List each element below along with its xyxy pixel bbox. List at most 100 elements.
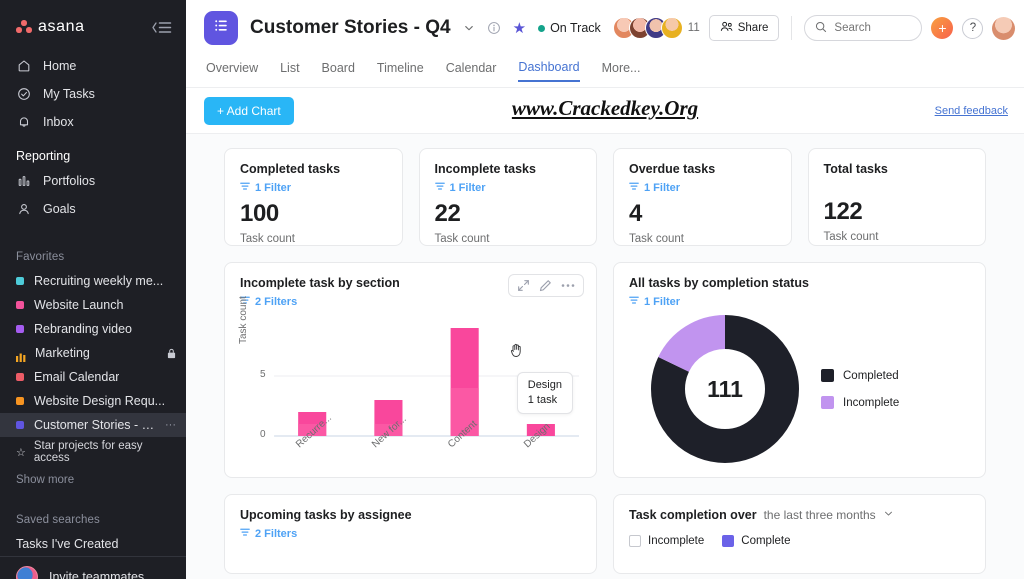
sidebar-favorite-email-calendar[interactable]: Email Calendar xyxy=(0,365,186,389)
search-field[interactable] xyxy=(834,22,907,34)
plus-icon[interactable]: + xyxy=(931,17,954,39)
stat-title: Total tasks xyxy=(823,162,888,176)
sidebar-item-inbox[interactable]: Inbox xyxy=(0,108,186,136)
list-icon xyxy=(213,17,230,39)
chevron-down-icon[interactable] xyxy=(883,508,894,519)
project-header-row: Customer Stories - Q4 ★ On Track 11 Shar… xyxy=(204,0,1016,56)
stat-subtitle: Task count xyxy=(629,233,684,245)
stat-card-completed-tasks[interactable]: Completed tasks 1 Filter 100 Task count xyxy=(224,148,403,246)
ellipsis-icon[interactable]: ··· xyxy=(165,416,176,434)
share-label: Share xyxy=(737,22,769,34)
project-header: Customer Stories - Q4 ★ On Track 11 Shar… xyxy=(186,0,1024,88)
filter-icon xyxy=(240,182,250,194)
share-button[interactable]: Share xyxy=(708,15,780,41)
tab-more[interactable]: More... xyxy=(602,61,641,81)
expand-icon[interactable] xyxy=(517,279,530,292)
info-circle-icon[interactable] xyxy=(487,21,501,35)
filter-link[interactable]: 1 Filter xyxy=(240,182,387,194)
sidebar-favorite-rebranding-video[interactable]: Rebranding video xyxy=(0,317,186,341)
tab-timeline[interactable]: Timeline xyxy=(377,61,424,81)
stat-value: 4 xyxy=(629,200,642,227)
chart-card-upcoming-by-assignee[interactable]: Upcoming tasks by assignee 2 Filters xyxy=(224,494,597,574)
sidebar-favorite-marketing[interactable]: Marketing xyxy=(0,341,186,365)
tab-board[interactable]: Board xyxy=(322,61,355,81)
tab-list[interactable]: List xyxy=(280,61,299,81)
add-chart-button[interactable]: + Add Chart xyxy=(204,96,294,125)
collapse-sidebar-icon[interactable] xyxy=(152,21,172,34)
filter-link[interactable]: 1 Filter xyxy=(434,182,582,194)
tab-dashboard[interactable]: Dashboard xyxy=(518,60,580,82)
filter-link[interactable]: 1 Filter xyxy=(629,296,970,308)
pencil-icon[interactable] xyxy=(539,279,552,292)
completion-legend: Incomplete Complete xyxy=(629,535,970,547)
watermark-text: www.Crackedkey.Org xyxy=(511,96,699,120)
legend-swatch xyxy=(821,396,834,409)
sidebar-item-portfolios[interactable]: Portfolios xyxy=(0,167,186,195)
filter-link[interactable]: 2 Filters xyxy=(240,296,581,308)
tab-overview[interactable]: Overview xyxy=(206,61,258,81)
sidebar-item-my-tasks[interactable]: My Tasks xyxy=(0,80,186,108)
status-badge[interactable]: On Track xyxy=(538,21,601,35)
charts-row: Incomplete task by section 2 Filters Tas… xyxy=(224,262,986,478)
sidebar-reporting-heading: Reporting xyxy=(16,149,71,163)
stat-card-total-tasks[interactable]: Total tasks 122 Task count xyxy=(807,148,986,246)
dashboard-toolbar: + Add Chart www.Crackedkey.Org Send feed… xyxy=(186,88,1024,134)
asana-logo[interactable]: asana xyxy=(16,18,85,36)
chevron-down-icon[interactable] xyxy=(463,22,475,34)
stat-value: 100 xyxy=(240,200,279,227)
period-selector[interactable]: the last three months xyxy=(764,508,876,522)
project-icon[interactable] xyxy=(204,11,238,45)
star-projects-label: Star projects for easy access xyxy=(33,440,143,464)
sidebar-item-home[interactable]: Home xyxy=(0,52,186,80)
search-input[interactable] xyxy=(804,15,923,41)
bottom-cards-row: Upcoming tasks by assignee 2 Filters Tas… xyxy=(224,494,986,574)
sidebar-favorite-website-design-requests[interactable]: Website Design Requ... xyxy=(0,389,186,413)
user-avatar[interactable] xyxy=(992,16,1016,40)
legend-label: Incomplete xyxy=(843,396,900,409)
tooltip-title: Design xyxy=(527,379,562,391)
legend-label: Completed xyxy=(843,369,899,382)
sidebar-saved-search-tasks-ive-created[interactable]: Tasks I've Created xyxy=(0,532,186,556)
y-tick-5: 5 xyxy=(260,369,266,380)
filter-link[interactable]: 2 Filters xyxy=(240,528,581,540)
show-more-button[interactable]: Show more xyxy=(0,467,186,488)
donut-chart: 111 Completed Incomplete xyxy=(629,314,970,464)
member-avatars[interactable]: 11 xyxy=(612,17,700,39)
project-tabs: Overview List Board Timeline Calendar Da… xyxy=(204,56,1008,86)
tab-calendar[interactable]: Calendar xyxy=(446,61,497,81)
sidebar-favorite-website-launch[interactable]: Website Launch xyxy=(0,293,186,317)
stat-cards-row: Completed tasks 1 Filter 100 Task count … xyxy=(224,148,986,246)
main-area: Customer Stories - Q4 ★ On Track 11 Shar… xyxy=(186,0,1024,579)
star-projects-hint[interactable]: ☆ Star projects for easy access xyxy=(0,437,186,467)
bar-chart-tooltip: Design 1 task xyxy=(516,372,573,414)
invite-avatar-icon xyxy=(16,566,38,579)
stat-card-overdue-tasks[interactable]: Overdue tasks 1 Filter 4 Task count xyxy=(613,148,792,246)
star-icon[interactable]: ★ xyxy=(513,19,526,37)
bar-chart-icon xyxy=(16,173,32,189)
stat-card-incomplete-tasks[interactable]: Incomplete tasks 1 Filter 22 Task count xyxy=(418,148,597,246)
chart-card-incomplete-by-section[interactable]: Incomplete task by section 2 Filters Tas… xyxy=(224,262,597,478)
legend-item-incomplete[interactable]: Incomplete xyxy=(629,535,704,547)
stat-value: 22 xyxy=(434,200,461,227)
saved-search-label: Tasks I've Created xyxy=(16,537,119,551)
ellipsis-icon[interactable] xyxy=(561,283,575,288)
legend-item-complete[interactable]: Complete xyxy=(722,535,790,547)
sidebar-item-label: Portfolios xyxy=(43,174,96,188)
filter-label: 1 Filter xyxy=(255,182,292,194)
invite-teammates-button[interactable]: Invite teammates xyxy=(0,556,186,579)
legend-label: Incomplete xyxy=(648,535,705,547)
stat-subtitle: Task count xyxy=(240,233,295,245)
bell-icon xyxy=(16,114,32,130)
favorite-label: Marketing xyxy=(35,346,90,360)
status-label: On Track xyxy=(550,21,601,35)
send-feedback-link[interactable]: Send feedback xyxy=(935,105,1008,117)
chart-card-completion-status[interactable]: All tasks by completion status 1 Filter xyxy=(613,262,986,478)
sidebar-favorite-customer-stories-q4[interactable]: Customer Stories - Q4 ··· xyxy=(0,413,186,437)
chart-card-task-completion-over-time[interactable]: Task completion over the last three mont… xyxy=(613,494,986,574)
donut-graphic: 111 xyxy=(651,315,799,463)
filter-label: 2 Filters xyxy=(255,296,298,308)
sidebar-item-goals[interactable]: Goals xyxy=(0,195,186,223)
sidebar-favorite-recruiting[interactable]: Recruiting weekly me... xyxy=(0,269,186,293)
question-mark-icon[interactable]: ? xyxy=(962,17,984,39)
filter-link[interactable]: 1 Filter xyxy=(629,182,776,194)
